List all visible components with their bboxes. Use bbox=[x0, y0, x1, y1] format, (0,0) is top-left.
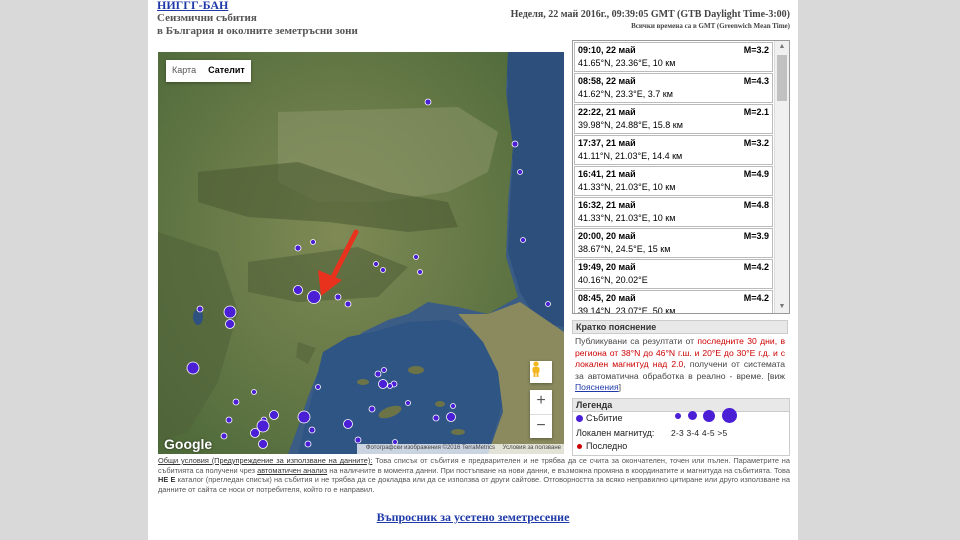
seismic-map[interactable]: Карта Сателит + − Google Фотографски изо… bbox=[158, 52, 564, 454]
event-coords: 41.33°N, 21.03°E, 10 км bbox=[578, 182, 676, 192]
disclaimer-part2: на наличните в момента данни. При постъп… bbox=[327, 465, 790, 475]
event-magnitude: M=4.8 bbox=[743, 200, 769, 210]
mag-dot-gt5-icon bbox=[721, 408, 737, 423]
event-coords: 38.67°N, 24.5°E, 15 км bbox=[578, 244, 671, 254]
legend-box: Легенда Събитие Локален магнитуд: 2-3 3-… bbox=[572, 398, 790, 456]
legend-last: Последно bbox=[576, 441, 627, 451]
event-coords: 40.16°N, 20.02°E bbox=[578, 275, 648, 285]
disclaimer-part3: каталог (прегледан списък) на събития и … bbox=[158, 475, 790, 494]
event-magnitude: M=4.2 bbox=[743, 262, 769, 272]
event-coords: 41.62°N, 23.3°E, 3.7 км bbox=[578, 89, 673, 99]
event-item[interactable]: 09:10, 22 май M=3.2 41.65°N, 23.36°E, 10 к… bbox=[574, 42, 773, 72]
event-coords: 39.14°N, 23.07°E, 50 км bbox=[578, 306, 676, 314]
map-attribution: Фотографски изображения ©2016 TerraMetri… bbox=[356, 444, 564, 454]
auto-analysis-link[interactable]: автоматичен анализ bbox=[257, 466, 327, 475]
event-magnitude: M=4.2 bbox=[743, 293, 769, 303]
events-scrollbar[interactable]: ▲ ▼ bbox=[774, 41, 789, 313]
zoom-control[interactable]: + − bbox=[530, 390, 552, 438]
event-coords: 41.65°N, 23.36°E, 10 км bbox=[578, 58, 676, 68]
map-type-map[interactable]: Карта bbox=[166, 60, 202, 82]
last-dot-icon bbox=[577, 444, 582, 450]
mag-dot-3-4-icon bbox=[687, 411, 697, 420]
scroll-down-icon[interactable]: ▼ bbox=[775, 301, 789, 313]
felt-earthquake-questionnaire-link[interactable]: Въпросник за усетено земетресение bbox=[148, 510, 798, 525]
event-item[interactable]: 17:37, 21 май M=3.2 41.11°N, 21.03°E, 14.4… bbox=[574, 135, 773, 165]
event-time: 22:22, 21 май bbox=[578, 107, 636, 117]
explanation-box: Кратко пояснение Публикувани са резултат… bbox=[572, 320, 788, 396]
event-magnitude: M=4.3 bbox=[743, 76, 769, 86]
event-magnitude: M=3.2 bbox=[743, 138, 769, 148]
legend-magnitude-ranges: 2-3 3-4 4-5 >5 bbox=[671, 428, 728, 438]
event-item[interactable]: 19:49, 20 май M=4.2 40.16°N, 20.02°E bbox=[574, 259, 773, 289]
legend-last-row: Последно bbox=[573, 440, 789, 455]
pegman-icon[interactable] bbox=[530, 361, 552, 383]
event-coords: 39.98°N, 24.88°E, 15.8 км bbox=[578, 120, 683, 130]
scroll-up-icon[interactable]: ▲ bbox=[775, 41, 789, 53]
satellite-imagery bbox=[158, 52, 564, 454]
event-coords: 41.11°N, 21.03°E, 14.4 км bbox=[578, 151, 683, 161]
legend-last-label: Последно bbox=[586, 441, 628, 451]
event-time: 16:41, 21 май bbox=[578, 169, 636, 179]
event-time: 20:00, 20 май bbox=[578, 231, 636, 241]
zoom-in-button[interactable]: + bbox=[530, 390, 552, 415]
event-coords: 41.33°N, 21.03°E, 10 км bbox=[578, 213, 676, 223]
google-logo: Google bbox=[164, 436, 213, 452]
mag-dot-4-5-icon bbox=[703, 409, 716, 422]
legend-magnitude-label: Локален магнитуд: bbox=[576, 428, 655, 438]
legend-event-label: Събитие bbox=[586, 413, 623, 423]
event-item[interactable]: 08:45, 20 май M=4.2 39.14°N, 23.07°E, 50 к… bbox=[574, 290, 773, 314]
time-note: Всички времена са в GMT (Greenwich Mean … bbox=[631, 22, 790, 30]
explanation-title: Кратко пояснение bbox=[572, 320, 788, 334]
magnitude-dots bbox=[673, 408, 741, 423]
subtitle-line1: Сеизмични събития bbox=[157, 12, 257, 24]
event-item[interactable]: 16:41, 21 май M=4.9 41.33°N, 21.03°E, 10 к… bbox=[574, 166, 773, 196]
event-time: 08:58, 22 май bbox=[578, 76, 636, 86]
mag-dot-2-3-icon bbox=[675, 412, 681, 419]
disclaimer: Общи условия (Предупреждение за използва… bbox=[158, 456, 790, 494]
event-item[interactable]: 22:22, 21 май M=2.1 39.98°N, 24.88°E, 15.8… bbox=[574, 104, 773, 134]
event-item[interactable]: 08:58, 22 май M=4.3 41.62°N, 23.3°E, 3.7 к… bbox=[574, 73, 773, 103]
legend-magnitude-row: Локален магнитуд: 2-3 3-4 4-5 >5 bbox=[573, 427, 789, 440]
map-type-satellite[interactable]: Сателит bbox=[202, 60, 251, 82]
events-list[interactable]: 09:10, 22 май M=3.2 41.65°N, 23.36°E, 10 к… bbox=[572, 40, 790, 314]
event-dot-icon bbox=[576, 415, 583, 423]
subtitle-line2: в България и околните земетръсни зони bbox=[157, 25, 358, 37]
page: НИГГГ-БАН Сеизмични събития в България и… bbox=[148, 0, 798, 540]
event-magnitude: M=4.9 bbox=[743, 169, 769, 179]
imagery-attribution: Фотографски изображения ©2016 TerraMetri… bbox=[365, 445, 495, 451]
event-magnitude: M=3.2 bbox=[743, 45, 769, 55]
zoom-out-button[interactable]: − bbox=[530, 415, 552, 439]
explanation-text: Публикувани са резултати от последните 3… bbox=[572, 334, 788, 396]
event-item[interactable]: 20:00, 20 май M=3.9 38.67°N, 24.5°E, 15 км bbox=[574, 228, 773, 258]
current-datetime: Неделя, 22 май 2016г., 09:39:05 GMT (GTB… bbox=[510, 9, 790, 20]
event-time: 19:49, 20 май bbox=[578, 262, 636, 272]
disclaimer-not: НЕ Е bbox=[158, 475, 176, 484]
explanation-part1: Публикувани са резултати от bbox=[575, 336, 698, 346]
event-time: 08:45, 20 май bbox=[578, 293, 636, 303]
event-time: 17:37, 21 май bbox=[578, 138, 636, 148]
event-magnitude: M=3.9 bbox=[743, 231, 769, 241]
event-item[interactable]: 16:32, 21 май M=4.8 41.33°N, 21.03°E, 10 к… bbox=[574, 197, 773, 227]
legend-event: Събитие bbox=[576, 413, 622, 423]
event-magnitude: M=2.1 bbox=[743, 107, 769, 117]
event-time: 09:10, 22 май bbox=[578, 45, 636, 55]
terms-link[interactable]: Общи условия (Предупреждение за използва… bbox=[158, 456, 372, 465]
event-time: 16:32, 21 май bbox=[578, 200, 636, 210]
terms-of-use-link[interactable]: Условия за ползване bbox=[503, 445, 561, 451]
scroll-thumb[interactable] bbox=[777, 55, 787, 101]
explanation-part4: ] bbox=[618, 382, 622, 392]
legend-event-row: Събитие bbox=[573, 408, 789, 427]
explanations-link[interactable]: Пояснения bbox=[575, 382, 619, 392]
map-type-control[interactable]: Карта Сателит bbox=[166, 60, 251, 82]
